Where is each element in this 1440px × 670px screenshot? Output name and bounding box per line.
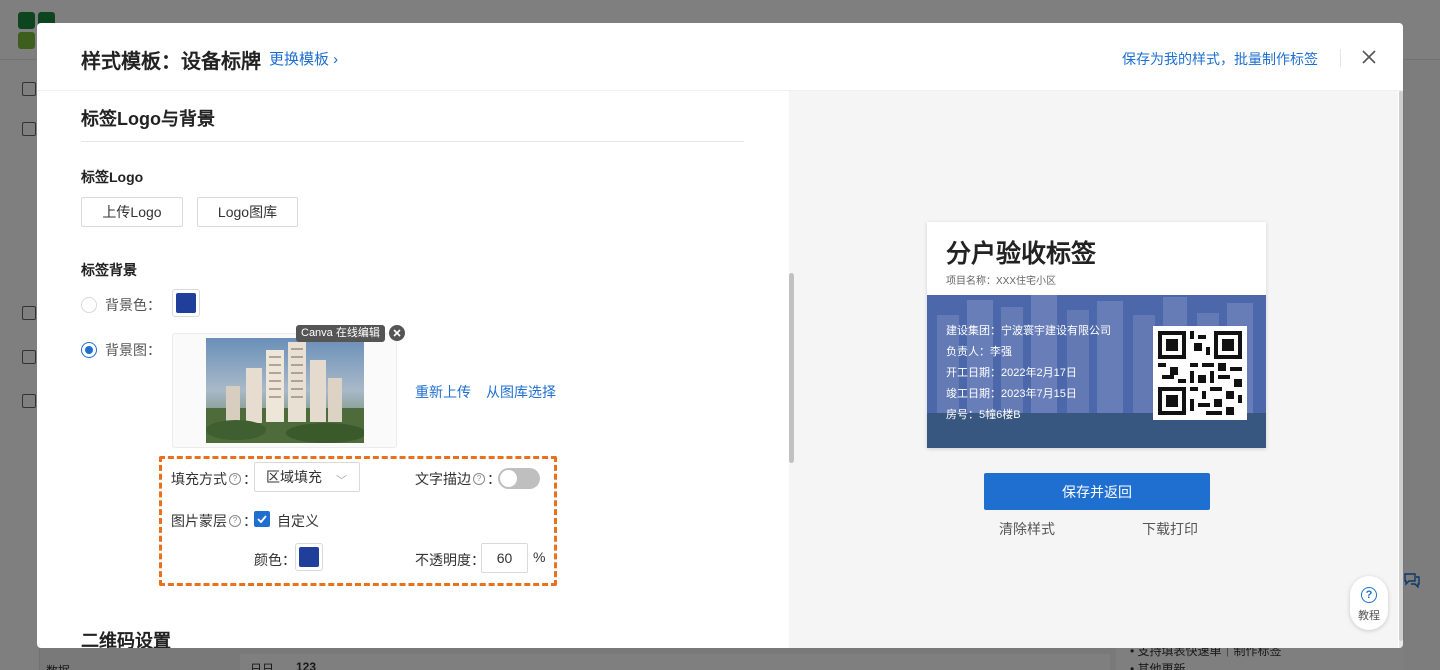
mask-color-label: 颜色： — [254, 552, 296, 568]
label-info-line: 负责人：李强 — [946, 346, 1012, 358]
close-icon — [1362, 50, 1376, 64]
radio-checked-icon[interactable] — [81, 342, 97, 358]
section-title-qrcode: 二维码设置 — [81, 631, 171, 648]
label-info-line: 房号：5幢6楼B — [946, 409, 1021, 421]
chevron-down-icon: ﹀ — [336, 475, 347, 487]
label-preview-card: 分户验收标签 项目名称：XXX住宅小区 建设集团：宁波寰宇建设有限公司 负责人：… — [927, 222, 1266, 448]
section-title-logo-bg: 标签Logo与背景 — [81, 109, 215, 129]
reupload-link[interactable]: 重新上传 — [415, 382, 471, 402]
help-icon: ? — [1361, 587, 1377, 603]
label-info-line: 开工日期：2022年2月17日 — [946, 367, 1077, 379]
tutorial-label: 教程 — [1358, 610, 1380, 622]
question-icon[interactable]: ? — [229, 515, 241, 527]
text-stroke-text: 文字描边 — [415, 471, 471, 487]
bg-color-swatch[interactable] — [172, 289, 200, 317]
percent-unit: % — [533, 549, 546, 565]
bg-image-preview-box — [172, 333, 397, 448]
question-icon[interactable]: ? — [473, 473, 485, 485]
opacity-input[interactable]: 60 — [481, 543, 528, 573]
label-project-name: 项目名称：XXX住宅小区 — [946, 276, 1057, 287]
logo-library-button[interactable]: Logo图库 — [197, 197, 298, 227]
upload-logo-button[interactable]: 上传Logo — [81, 197, 183, 227]
qr-code-icon — [1153, 326, 1247, 420]
text-stroke-toggle[interactable] — [498, 468, 540, 489]
label-info-line: 竣工日期：2023年7月15日 — [946, 388, 1077, 400]
image-mask-text: 图片蒙层 — [171, 513, 227, 529]
custom-label: 自定义 — [277, 513, 319, 529]
bg-image-thumbnail — [206, 338, 364, 443]
tutorial-button[interactable]: ? 教程 — [1350, 576, 1388, 630]
bg-image-label: 背景图： — [105, 342, 161, 358]
style-template-modal: 样式模板：设备标牌 更换模板 › 保存为我的样式，批量制作标签 标签Logo与背… — [37, 23, 1403, 648]
fill-mode-value: 区域填充 — [266, 469, 322, 485]
bg-image-radio[interactable]: 背景图： — [81, 340, 161, 360]
modal-title: 样式模板：设备标牌 — [81, 51, 261, 73]
section-divider — [81, 141, 744, 142]
canva-edit-tag[interactable]: Canva 在线编辑 — [296, 325, 385, 342]
check-icon — [257, 515, 267, 524]
remove-image-button[interactable] — [389, 325, 405, 341]
settings-panel: 标签Logo与背景 标签Logo 上传Logo Logo图库 标签背景 背景色：… — [37, 91, 790, 648]
save-my-style-link[interactable]: 保存为我的样式，批量制作标签 — [1122, 49, 1318, 69]
radio-unchecked-icon[interactable] — [81, 297, 97, 313]
logo-subtitle: 标签Logo — [81, 169, 144, 185]
change-template-link[interactable]: 更换模板 › — [269, 48, 338, 69]
bg-color-label: 背景色： — [105, 297, 161, 313]
custom-checkbox[interactable] — [254, 511, 270, 527]
question-icon[interactable]: ? — [229, 473, 241, 485]
text-stroke-label: 文字描边 ?： — [415, 471, 501, 487]
fill-mode-select[interactable]: 区域填充 ﹀ — [254, 462, 360, 492]
fill-mode-label: 填充方式 ?： — [171, 471, 257, 487]
mask-color-swatch[interactable] — [295, 543, 323, 571]
header-divider — [1340, 49, 1341, 67]
preview-panel: 分户验收标签 项目名称：XXX住宅小区 建设集团：宁波寰宇建设有限公司 负责人：… — [794, 91, 1398, 648]
close-button[interactable] — [1357, 45, 1381, 69]
opacity-label: 不透明度： — [415, 552, 485, 568]
close-icon — [393, 329, 401, 337]
background-subtitle: 标签背景 — [81, 262, 137, 278]
bg-color-radio[interactable]: 背景色： — [81, 295, 161, 315]
save-and-return-button[interactable]: 保存并返回 — [984, 473, 1210, 510]
image-mask-label: 图片蒙层 ?： — [171, 513, 257, 529]
download-print-link[interactable]: 下载打印 — [1142, 519, 1198, 539]
modal-header: 样式模板：设备标牌 更换模板 › 保存为我的样式，批量制作标签 — [37, 23, 1403, 91]
preview-scrollbar[interactable] — [1399, 91, 1403, 648]
fill-mode-text: 填充方式 — [171, 471, 227, 487]
clear-style-link[interactable]: 清除样式 — [999, 519, 1055, 539]
from-library-link[interactable]: 从图库选择 — [486, 382, 556, 402]
label-info-line: 建设集团：宁波寰宇建设有限公司 — [946, 325, 1111, 337]
label-title: 分户验收标签 — [946, 240, 1097, 268]
